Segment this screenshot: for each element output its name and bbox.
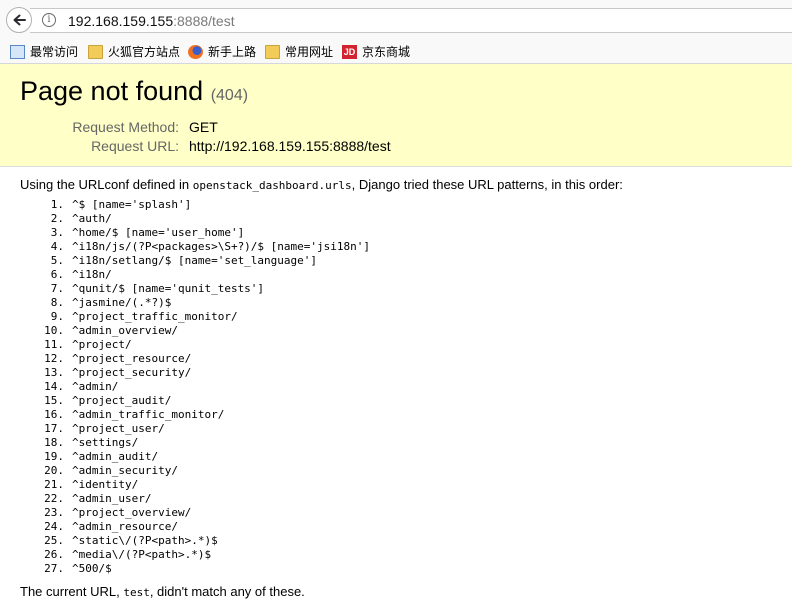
url-pattern: ^admin_traffic_monitor/ [72, 408, 225, 421]
url-pattern-number: 14. [44, 380, 64, 393]
url-pattern-number: 1. [50, 198, 64, 211]
back-arrow-icon [13, 14, 26, 26]
url-pattern-number: 13. [44, 366, 64, 379]
url-pattern-number: 21. [44, 478, 64, 491]
url-pattern: ^admin_overview/ [72, 324, 178, 337]
url-pattern: ^admin_user/ [72, 492, 152, 505]
url-pattern: ^i18n/setlang/$ [name='set_language'] [72, 254, 318, 267]
bookmark-label: 常用网址 [285, 45, 334, 59]
request-url-label: Request URL: [91, 138, 179, 154]
request-method-row: Request Method: GET [0, 118, 792, 136]
url-pattern: ^project_audit/ [72, 394, 172, 407]
url-bar[interactable]: i 192.168.159.155:8888/test [30, 8, 792, 33]
browser-toolbar: i 192.168.159.155:8888/test [0, 0, 792, 40]
url-pattern: ^static\/(?P<path>.*)$ [72, 534, 218, 547]
url-pattern: ^i18n/ [72, 268, 112, 281]
url-pattern: ^project_user/ [72, 422, 165, 435]
url-pattern: ^500/$ [72, 562, 112, 575]
url-pattern: ^project/ [72, 338, 132, 351]
url-pattern: ^home/$ [name='user_home'] [72, 226, 245, 239]
bookmark-label: 最常访问 [30, 45, 79, 59]
url-pattern-number: 8. [50, 296, 64, 309]
bookmark-label: 新手上路 [208, 45, 257, 59]
url-pattern-number: 5. [50, 254, 64, 267]
url-pattern-number: 12. [44, 352, 64, 365]
request-url-value: http://192.168.159.155:8888/test [189, 138, 391, 154]
request-method-value: GET [189, 119, 218, 135]
url-pattern: ^project_overview/ [72, 506, 192, 519]
url-host: 192.168.159.155 [68, 13, 174, 29]
url-pattern-number: 17. [44, 422, 64, 435]
url-pattern: ^settings/ [72, 436, 139, 449]
firefox-icon [188, 45, 203, 59]
url-pattern-number: 11. [44, 338, 64, 351]
url-pattern: ^project_resource/ [72, 352, 192, 365]
url-pattern-number: 4. [50, 240, 64, 253]
bookmark-label: 京东商城 [362, 45, 411, 59]
folder-icon [88, 45, 103, 59]
url-pattern-number: 6. [50, 268, 64, 281]
url-pattern-number: 10. [44, 324, 64, 337]
url-pattern: ^$ [name='splash'] [72, 198, 192, 211]
url-pattern-number: 18. [44, 436, 64, 449]
urlconf-name: openstack_dashboard.urls [192, 179, 352, 192]
url-pattern-number: 26. [44, 548, 64, 561]
page-title-text: Page not found [20, 76, 204, 106]
url-pattern-number: 24. [44, 520, 64, 533]
url-pattern: ^project_traffic_monitor/ [72, 310, 238, 323]
url-pattern: ^auth/ [72, 212, 112, 225]
urlconf-info: Using the URLconf defined in openstack_d… [20, 176, 623, 195]
url-pattern-number: 3. [50, 226, 64, 239]
most-visited-icon [10, 45, 25, 59]
url-pattern: ^i18n/js/(?P<packages>\S+?)/$ [name='jsi… [72, 240, 371, 253]
info-suffix: , Django tried these URL patterns, in th… [351, 177, 623, 192]
info-icon[interactable]: i [42, 13, 56, 27]
url-pattern-number: 2. [50, 212, 64, 225]
url-pattern-number: 27. [44, 562, 64, 575]
bookmarks-toolbar: 最常访问 火狐官方站点 新手上路 常用网址 JD 京东商城 [0, 40, 792, 64]
error-summary: Page not found (404) Request Method: GET… [0, 64, 792, 167]
url-pattern: ^project_security/ [72, 366, 192, 379]
footer-prefix: The current URL, [20, 584, 124, 599]
footer-suffix: , didn't match any of these. [149, 584, 305, 599]
url-pattern-number: 15. [44, 394, 64, 407]
url-pattern-number: 20. [44, 464, 64, 477]
url-pattern-number: 19. [44, 450, 64, 463]
url-pattern-number: 22. [44, 492, 64, 505]
url-pattern-number: 9. [50, 310, 64, 323]
url-pattern: ^admin_audit/ [72, 450, 159, 463]
back-button[interactable] [6, 7, 32, 33]
page-title: Page not found (404) [20, 74, 248, 113]
url-pattern-number: 25. [44, 534, 64, 547]
jd-icon: JD [342, 45, 357, 59]
status-code: (404) [210, 87, 249, 104]
request-method-label: Request Method: [72, 119, 179, 135]
request-url-row: Request URL: http://192.168.159.155:8888… [0, 137, 792, 155]
info-prefix: Using the URLconf defined in [20, 177, 193, 192]
url-pattern-number: 23. [44, 506, 64, 519]
url-pattern: ^admin_security/ [72, 464, 178, 477]
url-pattern-number: 16. [44, 408, 64, 421]
bookmark-label: 火狐官方站点 [108, 45, 181, 59]
url-pattern: ^identity/ [72, 478, 139, 491]
url-path: :8888/test [173, 13, 235, 29]
folder-icon [265, 45, 280, 59]
current-url-path: test [123, 586, 150, 599]
url-pattern: ^qunit/$ [name='qunit_tests'] [72, 282, 265, 295]
url-pattern: ^admin_resource/ [72, 520, 178, 533]
url-pattern: ^jasmine/(.*?)$ [72, 296, 172, 309]
url-pattern: ^admin/ [72, 380, 119, 393]
no-match-message: The current URL, test, didn't match any … [20, 583, 305, 602]
url-pattern-number: 7. [50, 282, 64, 295]
url-text[interactable]: 192.168.159.155:8888/test [68, 13, 235, 29]
url-pattern: ^media\/(?P<path>.*)$ [72, 548, 212, 561]
